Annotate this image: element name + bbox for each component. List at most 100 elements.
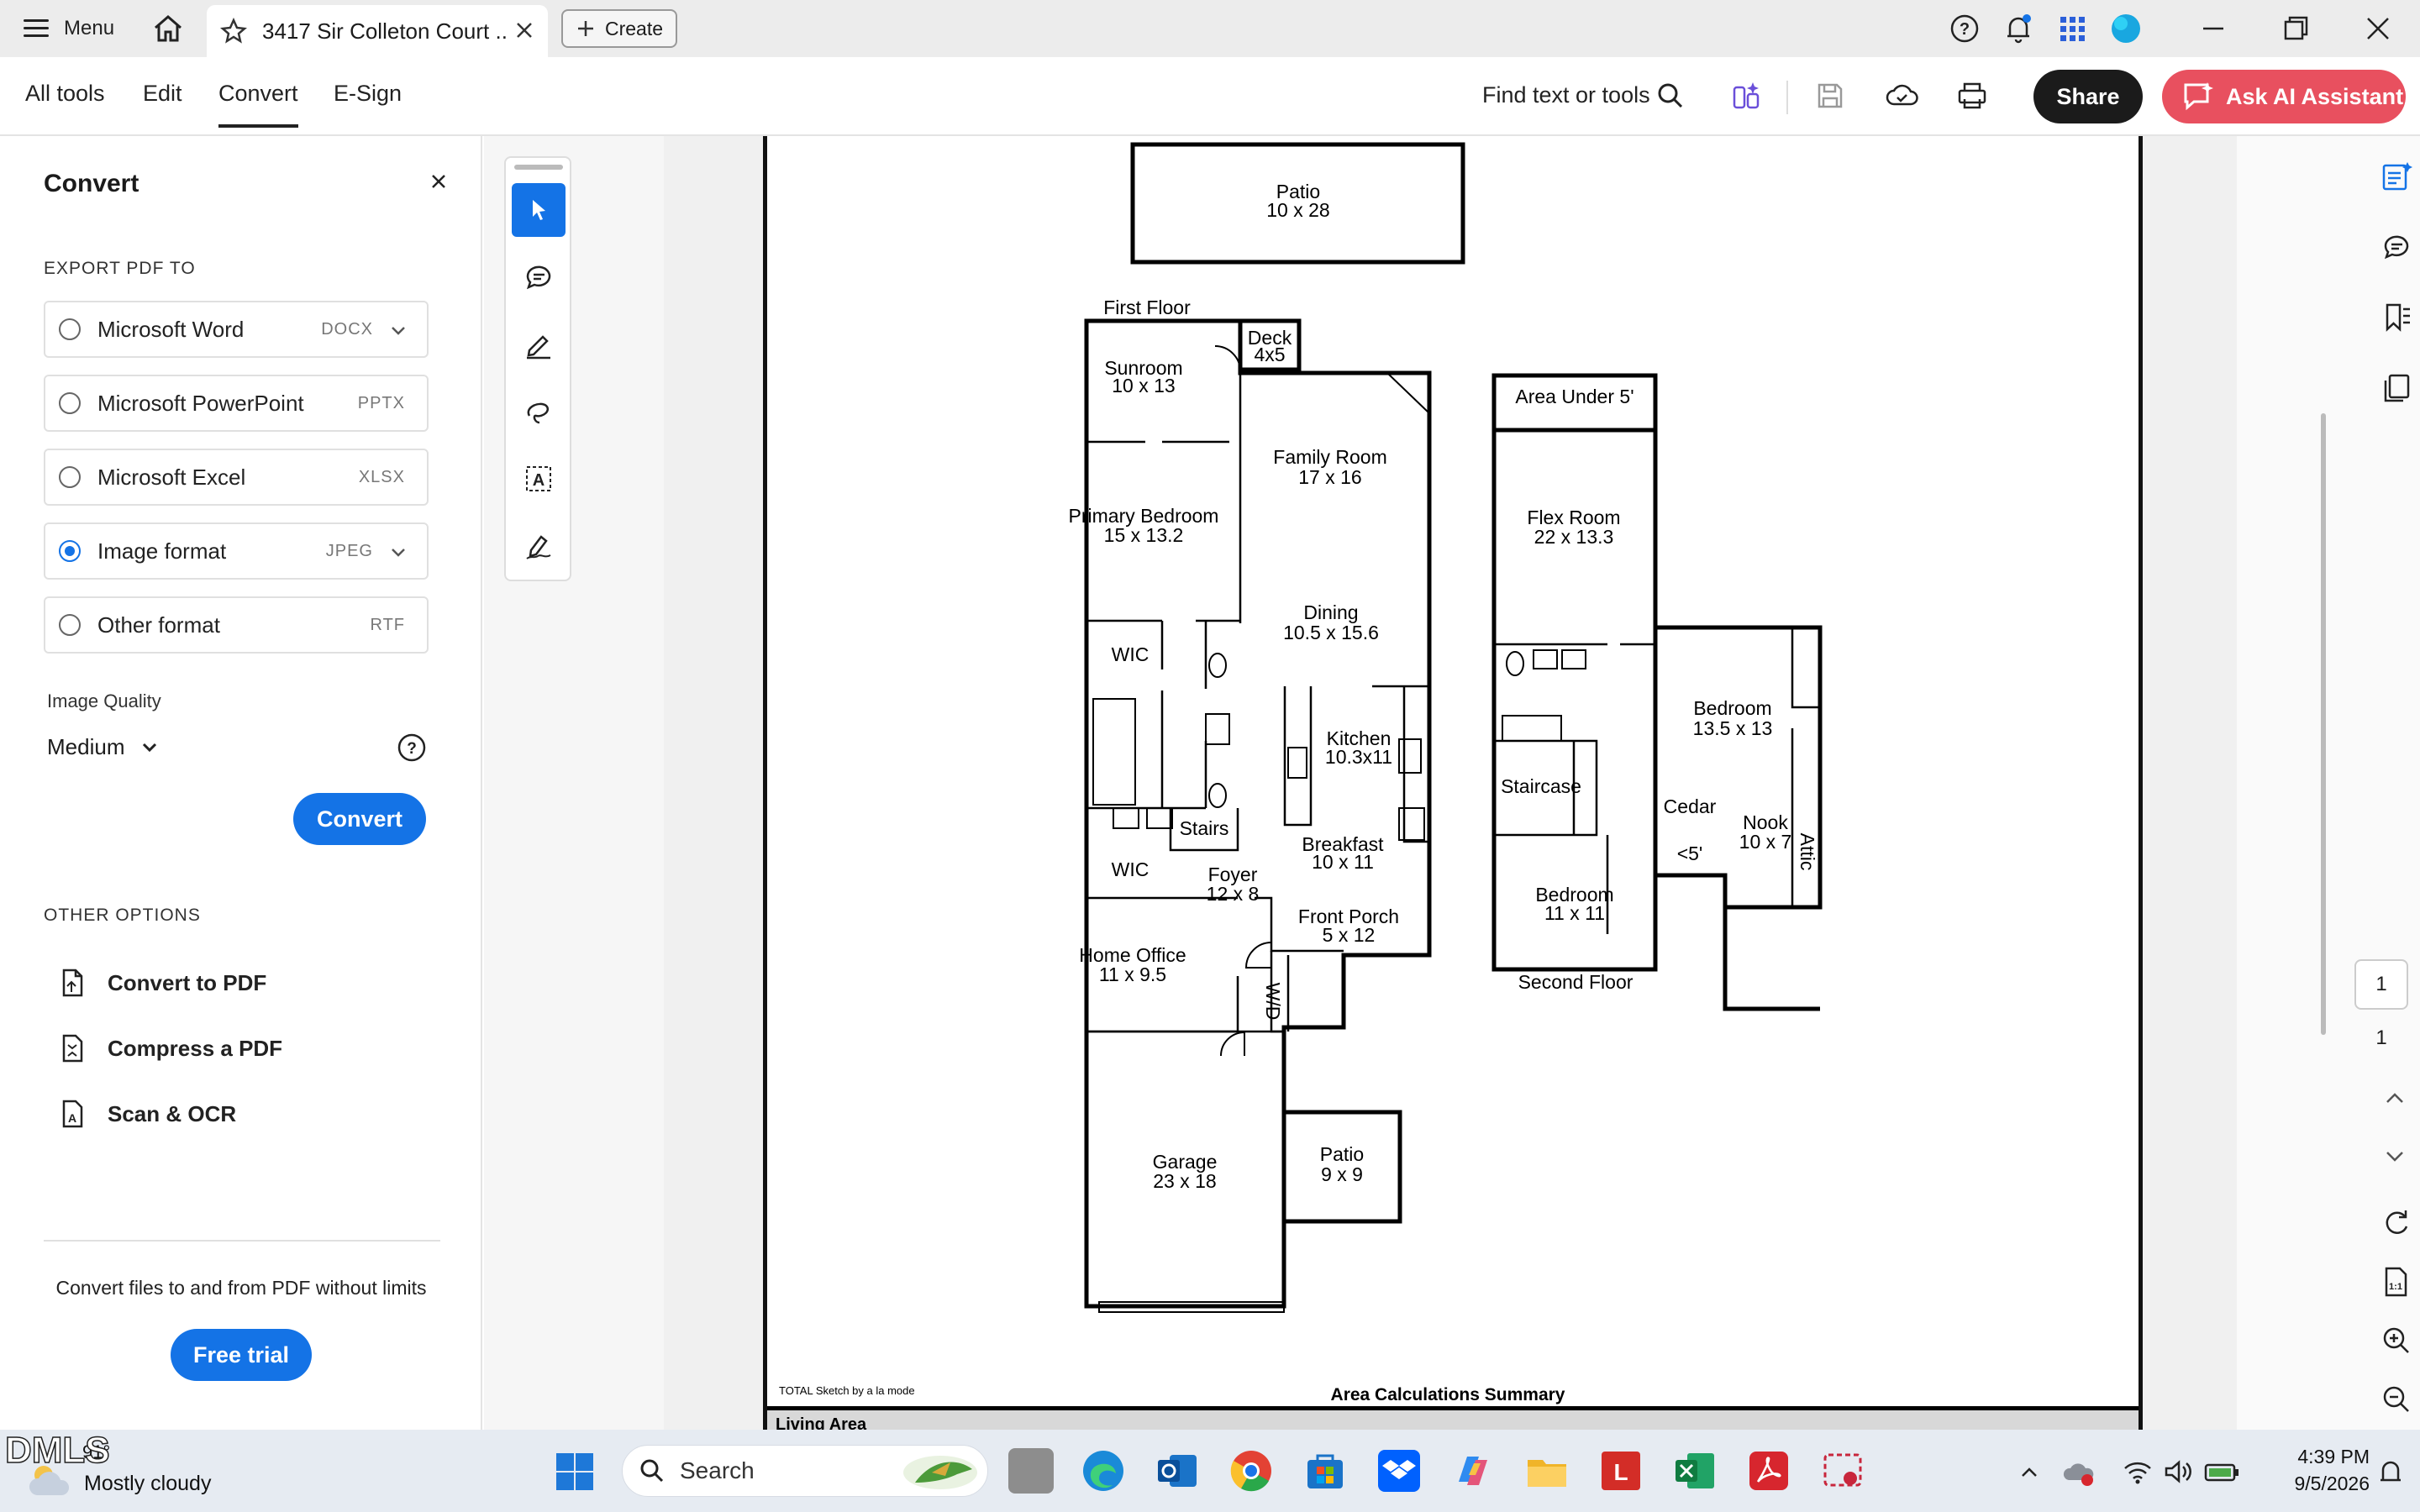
ask-ai-assistant-button[interactable]: Ask AI Assistant: [2162, 70, 2406, 123]
ai-tools-icon[interactable]: [1729, 79, 1765, 114]
label-wic-2: WIC: [1112, 858, 1150, 880]
watermark-text: DMLS: [4, 1429, 110, 1472]
wifi-icon[interactable]: [2123, 1458, 2153, 1485]
help-circle-icon[interactable]: ?: [397, 732, 427, 763]
search-icon[interactable]: [1654, 79, 1687, 113]
dropbox-icon[interactable]: [1376, 1448, 1422, 1494]
nav-edit[interactable]: Edit: [143, 81, 182, 107]
zoom-in-icon[interactable]: [2380, 1324, 2413, 1357]
vertical-scrollbar[interactable]: [2321, 413, 2326, 1035]
label-less-than-5: <5': [1677, 843, 1703, 864]
scan-ocr-link[interactable]: A Scan & OCR: [57, 1099, 236, 1129]
onedrive-icon[interactable]: [2062, 1457, 2096, 1487]
option-microsoft-word[interactable]: Microsoft Word DOCX: [44, 301, 429, 358]
help-icon[interactable]: ?: [1948, 12, 1981, 45]
convert-button[interactable]: Convert: [293, 793, 426, 845]
app-toolbar: All tools Edit Convert E-Sign Find text …: [0, 57, 2420, 136]
compress-pdf-link[interactable]: Compress a PDF: [57, 1033, 282, 1063]
select-tool[interactable]: [512, 183, 566, 237]
menu-button[interactable]: Menu: [24, 17, 114, 40]
free-trial-button[interactable]: Free trial: [171, 1329, 312, 1381]
system-clock[interactable]: 4:39 PM 9/5/2026: [2252, 1443, 2370, 1497]
rotate-icon[interactable]: [2380, 1206, 2413, 1240]
avatar[interactable]: [2109, 12, 2143, 45]
edge-browser-icon[interactable]: [1081, 1448, 1126, 1494]
file-explorer-icon[interactable]: [1524, 1448, 1570, 1494]
freehand-icon: [527, 402, 550, 424]
highlight-tool[interactable]: [512, 318, 566, 371]
option-image-format[interactable]: Image format JPEG: [44, 522, 429, 580]
store-icon[interactable]: [1302, 1448, 1348, 1494]
star-icon[interactable]: [220, 18, 247, 45]
apps-grid-icon[interactable]: [2055, 12, 2089, 45]
panel-close-icon[interactable]: [427, 170, 450, 193]
notifications-bell-icon[interactable]: [2002, 12, 2035, 45]
comments-panel-icon[interactable]: [2380, 230, 2413, 264]
find-text-or-tools[interactable]: Find text or tools: [1482, 82, 1650, 108]
nav-all-tools[interactable]: All tools: [25, 81, 105, 107]
taskbar-search[interactable]: Search: [622, 1445, 988, 1497]
convert-pdf-icon: [62, 969, 83, 997]
other-options-heading: OTHER OPTIONS: [44, 906, 201, 925]
room-bedroom-upper: Bedroom: [1693, 697, 1771, 719]
sign-tool[interactable]: [512, 519, 566, 573]
option-microsoft-excel[interactable]: Microsoft Excel XLSX: [44, 449, 429, 506]
option-other-format[interactable]: Other format RTF: [44, 596, 429, 654]
battery-icon[interactable]: [2203, 1458, 2240, 1485]
radio-word[interactable]: [59, 318, 81, 340]
properties-icon[interactable]: [2380, 160, 2413, 193]
cloud-sync-icon[interactable]: [1884, 79, 1919, 113]
image-quality-dropdown[interactable]: Medium: [47, 734, 160, 760]
chevron-down-icon[interactable]: [388, 321, 408, 341]
ai-assistant-icon: [2184, 82, 2213, 111]
minimize-icon[interactable]: [2196, 12, 2230, 45]
draw-tool[interactable]: [512, 385, 566, 438]
drag-handle[interactable]: [514, 165, 563, 170]
print-icon[interactable]: [1954, 79, 1990, 113]
acrobat-icon[interactable]: [1746, 1448, 1791, 1494]
restore-icon[interactable]: [2279, 12, 2312, 45]
share-button[interactable]: Share: [2033, 70, 2143, 123]
chevron-up-icon[interactable]: [2017, 1460, 2042, 1485]
chrome-icon[interactable]: [1228, 1448, 1274, 1494]
nav-esign[interactable]: E-Sign: [334, 81, 402, 107]
volume-icon[interactable]: [2163, 1458, 2193, 1485]
option-microsoft-powerpoint[interactable]: Microsoft PowerPoint PPTX: [44, 375, 429, 432]
document-tab[interactable]: 3417 Sir Colleton Court ...: [207, 5, 548, 57]
snipping-tool-icon[interactable]: [1820, 1448, 1865, 1494]
home-icon[interactable]: [151, 12, 185, 45]
copilot-icon[interactable]: [1450, 1448, 1496, 1494]
page-thumbnails-icon[interactable]: [2380, 371, 2413, 405]
nav-convert[interactable]: Convert: [218, 81, 298, 128]
radio-other[interactable]: [59, 614, 81, 636]
window-close-icon[interactable]: [2361, 12, 2395, 45]
tab-close-icon[interactable]: [513, 18, 536, 42]
radio-excel[interactable]: [59, 466, 81, 488]
bookmarks-icon[interactable]: [2380, 301, 2413, 334]
outlook-icon[interactable]: [1155, 1448, 1200, 1494]
excel-icon[interactable]: [1672, 1448, 1718, 1494]
chevron-down-icon[interactable]: [388, 543, 408, 563]
radio-powerpoint[interactable]: [59, 392, 81, 414]
text-select-tool[interactable]: A: [512, 452, 566, 506]
create-button[interactable]: Create: [561, 9, 677, 48]
windows-start-icon[interactable]: [555, 1452, 595, 1492]
comment-tool[interactable]: [512, 250, 566, 304]
chevron-down-icon[interactable]: [2380, 1141, 2410, 1171]
lastpass-icon[interactable]: L: [1598, 1448, 1644, 1494]
chevron-up-icon[interactable]: [2380, 1084, 2410, 1114]
document-canvas[interactable]: Patio 10 x 28 First Floor Sunroom 10 x 1…: [664, 136, 2237, 1430]
taskview-icon[interactable]: [1008, 1448, 1054, 1494]
notification-center-icon[interactable]: [2376, 1458, 2405, 1487]
windows-taskbar: 91° Mostly cloudy DMLS Search L 4:39 PM …: [0, 1429, 2420, 1512]
room-family: Family Room: [1273, 446, 1386, 468]
living-area-label: Living Area: [776, 1415, 867, 1430]
save-icon[interactable]: [1813, 79, 1847, 113]
convert-to-pdf-link[interactable]: Convert to PDF: [57, 968, 266, 998]
radio-image-selected[interactable]: [59, 540, 81, 562]
page-number-input[interactable]: 1: [2354, 959, 2408, 1010]
option-ext: PPTX: [357, 393, 405, 412]
label-wic-1: WIC: [1112, 643, 1150, 665]
zoom-out-icon[interactable]: [2380, 1383, 2413, 1416]
fit-page-icon[interactable]: 1:1: [2380, 1265, 2413, 1299]
